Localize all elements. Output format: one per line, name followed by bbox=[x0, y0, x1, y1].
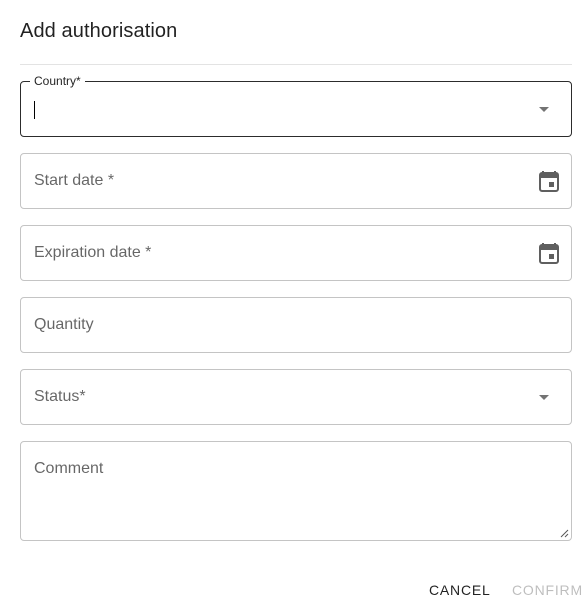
calendar-icon[interactable] bbox=[539, 242, 559, 264]
title-divider bbox=[20, 64, 572, 65]
quantity-label: Quantity bbox=[34, 316, 94, 333]
cancel-button[interactable]: CANCEL bbox=[429, 582, 491, 598]
status-select[interactable]: Status* bbox=[20, 369, 572, 425]
comment-label: Comment bbox=[34, 460, 104, 477]
dropdown-arrow-icon[interactable] bbox=[539, 107, 549, 112]
country-label: Country* bbox=[30, 74, 85, 88]
dialog-title: Add authorisation bbox=[20, 20, 178, 42]
start-date-field[interactable]: Start date * bbox=[20, 153, 572, 209]
country-select[interactable]: Country* bbox=[20, 74, 572, 137]
calendar-icon[interactable] bbox=[539, 170, 559, 192]
dropdown-arrow-icon[interactable] bbox=[539, 395, 549, 400]
resize-handle-icon[interactable] bbox=[559, 528, 569, 538]
quantity-field[interactable]: Quantity bbox=[20, 297, 572, 353]
status-label: Status* bbox=[34, 388, 86, 405]
text-cursor bbox=[34, 101, 35, 119]
expiration-date-label: Expiration date * bbox=[34, 244, 152, 261]
comment-textarea[interactable]: Comment bbox=[20, 441, 572, 541]
confirm-button[interactable]: CONFIRM bbox=[512, 582, 583, 598]
expiration-date-field[interactable]: Expiration date * bbox=[20, 225, 572, 281]
start-date-label: Start date * bbox=[34, 172, 115, 189]
